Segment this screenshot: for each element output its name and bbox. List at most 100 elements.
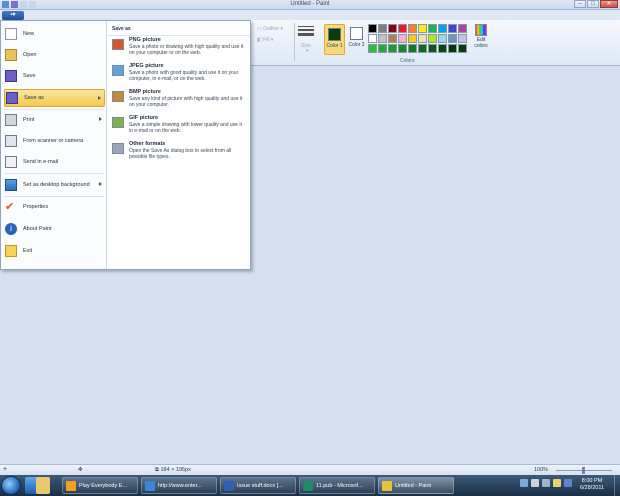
- menu-item-properties[interactable]: ✔ Properties: [4, 198, 105, 216]
- taskbar-button[interactable]: 11.pub - Microsof...: [299, 477, 375, 494]
- color-swatch[interactable]: [378, 34, 387, 43]
- color-2-button[interactable]: Color 2: [346, 24, 367, 55]
- volume-icon[interactable]: [542, 479, 550, 487]
- color-swatch[interactable]: [448, 44, 457, 53]
- ribbon-tabs: [0, 10, 620, 20]
- menu-item-label: From scanner or camera: [23, 138, 84, 144]
- option-description: Save a photo with good quality and use i…: [129, 70, 239, 82]
- network-icon[interactable]: [531, 479, 539, 487]
- color-swatch[interactable]: [378, 44, 387, 53]
- size-icon[interactable]: [298, 26, 314, 38]
- edit-colors-button[interactable]: Edit colors: [474, 24, 488, 49]
- menu-item-exit[interactable]: Exit: [4, 242, 105, 260]
- color-swatch[interactable]: [458, 24, 467, 33]
- option-description: Open the Save As dialog box to select fr…: [129, 148, 232, 160]
- desktop-background-icon: [5, 179, 17, 191]
- taskbar-button-label: 11.pub - Microsof...: [316, 482, 363, 489]
- outline-button[interactable]: ▭ Outline ▾: [257, 26, 283, 32]
- paint-menu-button[interactable]: ▪▾: [2, 11, 24, 20]
- color-swatch[interactable]: [428, 44, 437, 53]
- flag-icon[interactable]: [564, 479, 572, 487]
- taskbar-button-label: http://www.enter...: [158, 482, 202, 489]
- color-swatch[interactable]: [398, 44, 407, 53]
- color-swatch[interactable]: [438, 24, 447, 33]
- menu-divider: [4, 109, 104, 110]
- color-1-label: Color 1: [326, 43, 343, 49]
- color-swatch[interactable]: [388, 44, 397, 53]
- color-swatch[interactable]: [408, 24, 417, 33]
- menu-item-from-scanner[interactable]: From scanner or camera: [4, 132, 105, 150]
- save-as-icon: [6, 92, 18, 104]
- color-swatch[interactable]: [388, 34, 397, 43]
- color-swatch[interactable]: [438, 34, 447, 43]
- color-swatch[interactable]: [408, 34, 417, 43]
- color-swatch[interactable]: [448, 34, 457, 43]
- color-swatch[interactable]: [448, 24, 457, 33]
- show-desktop-button[interactable]: [614, 475, 620, 496]
- option-title: PNG picture: [129, 37, 161, 43]
- application-menu: New Open Save Save as Print From scanner…: [0, 20, 251, 270]
- start-button[interactable]: [1, 476, 21, 495]
- menu-item-save-as[interactable]: Save as: [4, 89, 105, 107]
- save-as-png[interactable]: PNG picture Save a photo or drawing with…: [110, 37, 248, 61]
- color-swatch[interactable]: [398, 24, 407, 33]
- tray-chevron-icon[interactable]: [520, 479, 528, 487]
- taskbar-button[interactable]: Play Everybody E...: [62, 477, 138, 494]
- taskbar-button[interactable]: Issue stuff.docx [...: [220, 477, 296, 494]
- file-explorer-icon[interactable]: [36, 477, 50, 494]
- save-as-bmp[interactable]: BMP picture Save any kind of picture wit…: [110, 89, 248, 113]
- menu-item-desktop-background[interactable]: Set as desktop background: [4, 176, 105, 194]
- taskbar-button-active[interactable]: Untitled - Paint: [378, 477, 454, 494]
- menu-item-print[interactable]: Print: [4, 111, 105, 129]
- color-swatch[interactable]: [378, 24, 387, 33]
- maximize-button[interactable]: □: [587, 0, 599, 8]
- game-icon: [66, 480, 76, 491]
- menu-item-save[interactable]: Save: [4, 67, 105, 85]
- outline-label: Outline: [263, 26, 279, 32]
- jpeg-picture-icon: [112, 65, 124, 76]
- color-2-swatch: [350, 27, 363, 40]
- save-as-jpeg[interactable]: JPEG picture Save a photo with good qual…: [110, 63, 248, 87]
- status-bar: + ✥ ⧉ 184 × 195px 100%: [0, 464, 620, 475]
- close-button[interactable]: ✕: [600, 0, 618, 8]
- color-swatch[interactable]: [418, 24, 427, 33]
- fill-button[interactable]: ◧ Fill ▾: [257, 37, 273, 43]
- window-title: Untitled - Paint: [290, 1, 330, 7]
- color-1-button[interactable]: Color 1: [324, 24, 345, 55]
- color-swatch[interactable]: [408, 44, 417, 53]
- power-icon[interactable]: [553, 479, 561, 487]
- taskbar-button[interactable]: http://www.enter...: [141, 477, 217, 494]
- menu-item-new[interactable]: New: [4, 25, 105, 43]
- color-swatch[interactable]: [438, 44, 447, 53]
- menu-item-send-email[interactable]: Send in e-mail: [4, 153, 105, 171]
- floppy-disk-icon: [5, 70, 17, 82]
- color-swatch[interactable]: [458, 44, 467, 53]
- menu-item-label: Set as desktop background: [23, 182, 90, 188]
- save-as-other-formats[interactable]: Other formats Open the Save As dialog bo…: [110, 141, 248, 165]
- color-swatch[interactable]: [368, 44, 377, 53]
- edit-colors-label: Edit colors: [474, 37, 488, 49]
- color-swatch[interactable]: [418, 34, 427, 43]
- color-swatch[interactable]: [428, 24, 437, 33]
- color-swatch[interactable]: [368, 34, 377, 43]
- submenu-arrow-icon: [98, 96, 101, 100]
- gif-picture-icon: [112, 117, 124, 128]
- minimize-button[interactable]: –: [574, 0, 586, 8]
- save-as-gif[interactable]: GIF picture Save a simple drawing with l…: [110, 115, 248, 139]
- taskbar-button-label: Issue stuff.docx [...: [237, 482, 283, 489]
- zoom-slider-handle[interactable]: [582, 467, 585, 474]
- menu-item-open[interactable]: Open: [4, 46, 105, 64]
- menu-item-label: Print: [23, 117, 35, 123]
- color-swatch[interactable]: [458, 34, 467, 43]
- color-swatch[interactable]: [368, 24, 377, 33]
- menu-item-about[interactable]: i About Paint: [4, 220, 105, 238]
- exit-icon: [5, 245, 17, 257]
- option-title: JPEG picture: [129, 63, 164, 69]
- clock[interactable]: 8:00 PM 6/28/2011: [574, 478, 610, 492]
- color-swatch[interactable]: [388, 24, 397, 33]
- color-swatch[interactable]: [398, 34, 407, 43]
- color-swatch[interactable]: [428, 34, 437, 43]
- save-as-header: Save as: [108, 23, 250, 36]
- zoom-slider[interactable]: [556, 467, 612, 474]
- color-swatch[interactable]: [418, 44, 427, 53]
